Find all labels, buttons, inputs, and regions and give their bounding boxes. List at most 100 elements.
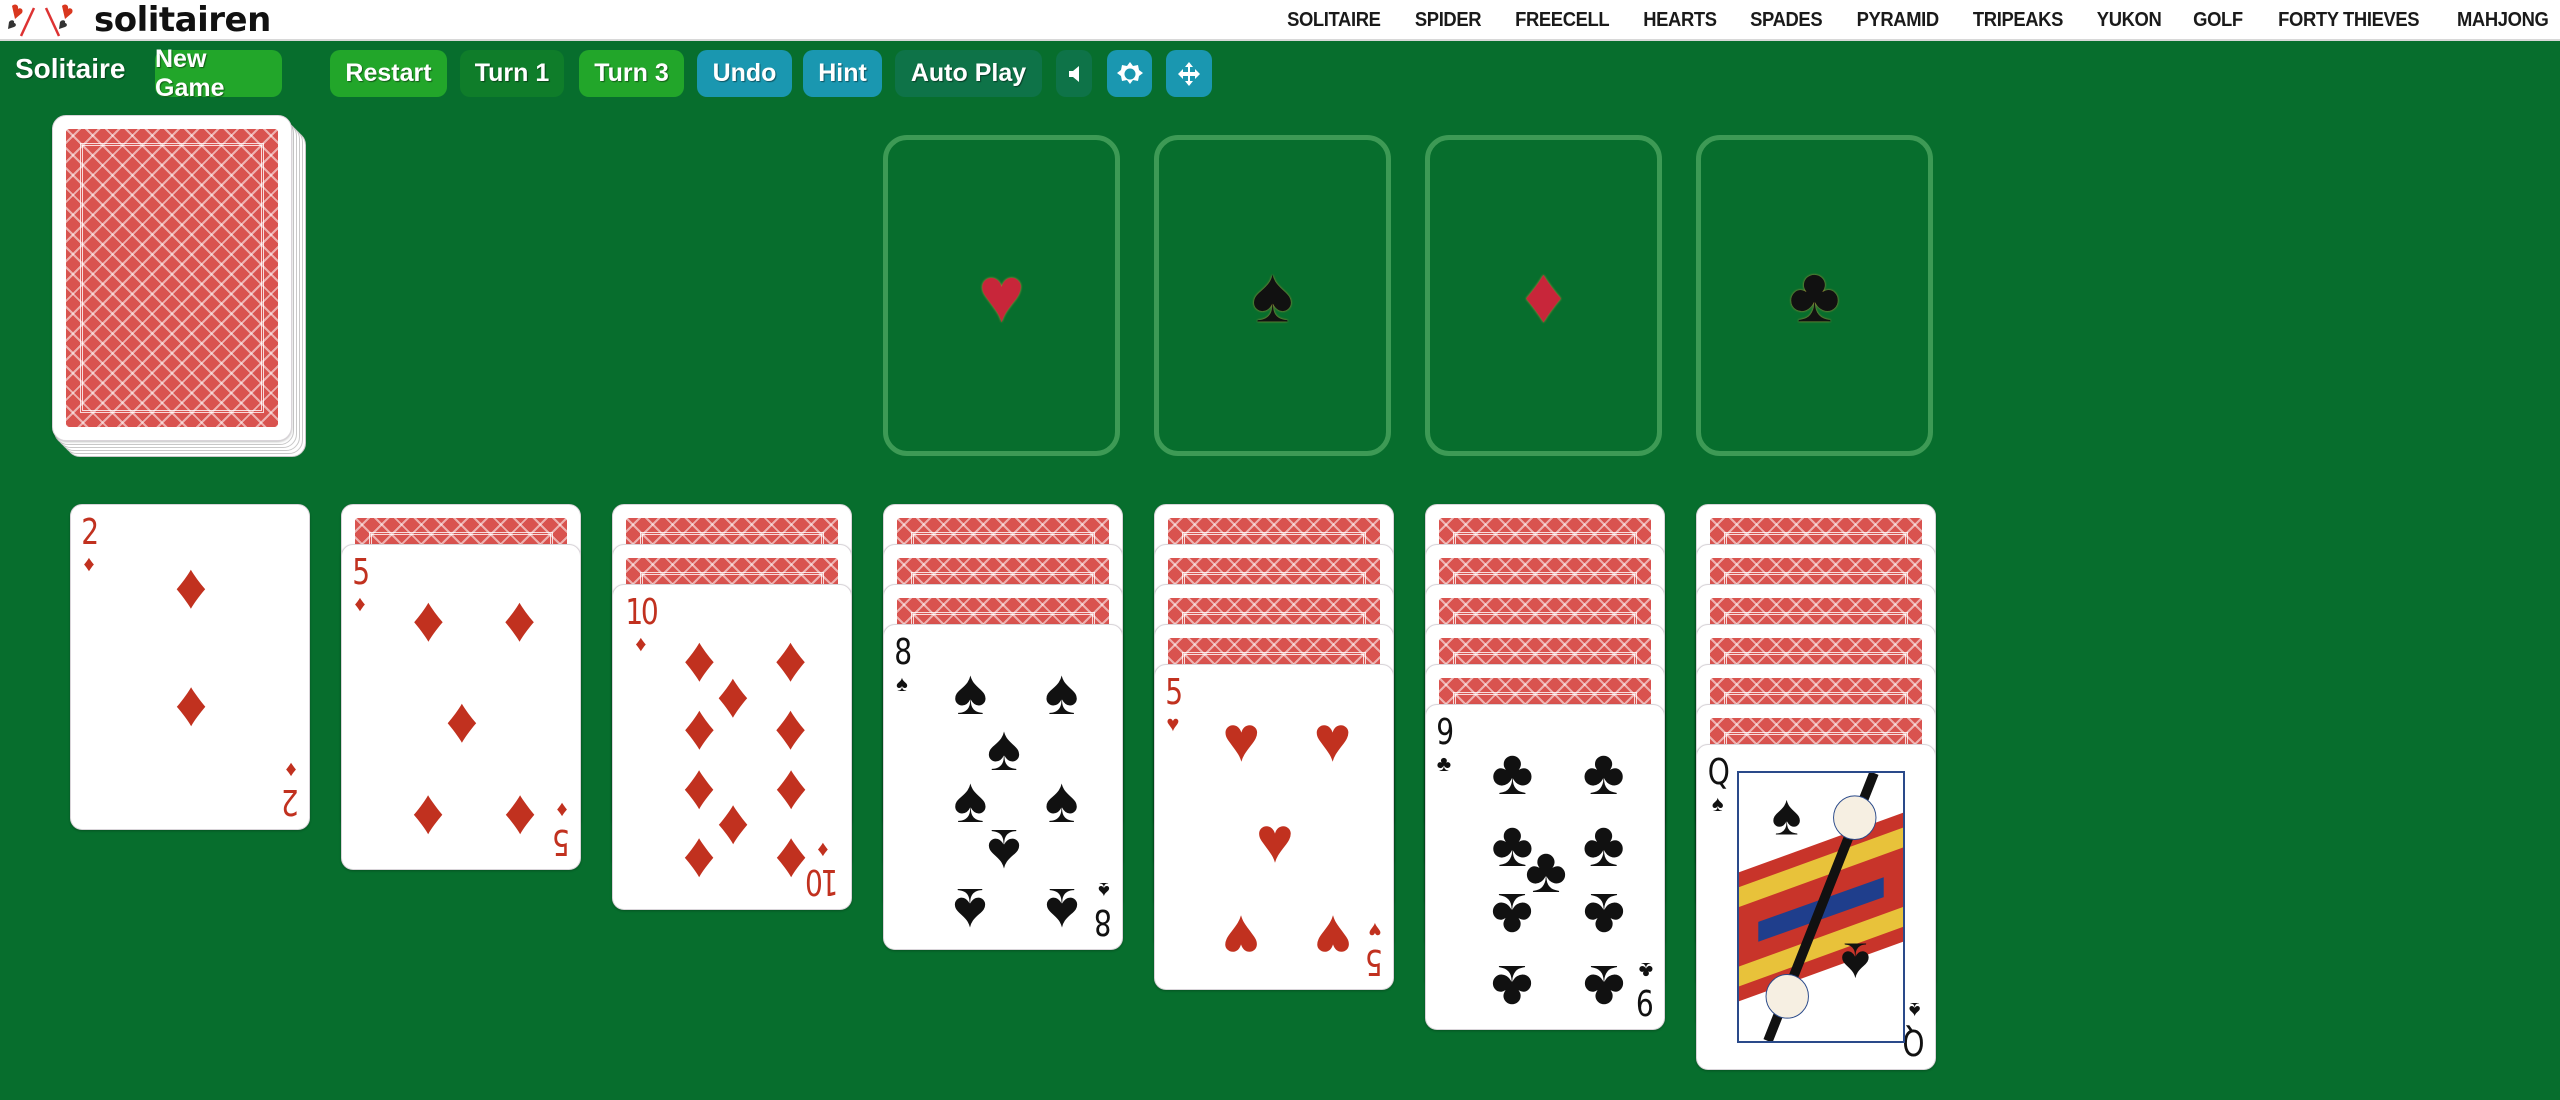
hearts-icon: ♥ [978,249,1025,338]
card-pip-icon: ♦ [683,622,716,695]
turn-1-button[interactable]: Turn 1 [460,50,564,97]
nav-spades[interactable]: SPADES [1750,9,1822,32]
svg-text:♠: ♠ [1772,784,1802,848]
card-index-br: 5 ♥ [1365,918,1385,982]
foundation-clubs[interactable]: ♣ [1696,135,1933,456]
card-pip-icon: ♦ [412,582,445,655]
card-pip-icon: ♣ [1491,951,1534,1024]
card-suit-icon: ♥ [1368,918,1382,943]
card-suit-icon: ♥ [1166,711,1180,736]
card-pip-icon: ♣ [1582,736,1625,809]
card-pip-icon: ♥ [1222,901,1261,974]
card-index-br: 10 ♦ [803,838,843,902]
game-nav: SOLITAIRE SPIDER FREECELL HEARTS SPADES … [1283,0,2560,41]
undo-button[interactable]: Undo [697,50,792,97]
card-pip-icon: ♣ [1582,808,1625,881]
nav-yukon[interactable]: YUKON [2097,9,2162,32]
card-pip-icon: ♦ [412,781,445,854]
card-pip-icon: ♠ [953,656,988,729]
card-index-tl: 10 ♦ [621,595,661,655]
face-up-card[interactable]: 8 ♠ 8 ♠ ♠ ♠ ♠ ♠ ♠ ♠ ♠ ♠ [883,624,1123,950]
auto-play-button[interactable]: Auto Play [895,50,1042,97]
card-pip-icon: ♠ [987,816,1021,889]
nav-tripeaks[interactable]: TRIPEAKS [1973,9,2063,32]
card-suit-icon: ♦ [635,631,647,656]
face-up-card[interactable]: 2 ♦ 2 ♦ ♦ ♦ [70,504,310,830]
card-pip-icon: ♠ [987,711,1021,784]
nav-golf[interactable]: GOLF [2193,9,2243,32]
card-suit-icon: ♦ [83,551,95,576]
nav-spider[interactable]: SPIDER [1415,9,1482,32]
card-rank: 5 [1165,672,1183,713]
card-pip-icon: ♥ [1313,901,1352,974]
card-pip-icon: ♣ [1491,736,1534,809]
turn-3-button[interactable]: Turn 3 [579,50,684,97]
stock-top-card[interactable] [52,115,292,441]
card-rank: 9 [1436,712,1454,753]
card-pip-icon: ♣ [1582,879,1625,952]
card-pip-icon: ♦ [774,825,807,898]
card-index-tl: 2 ♦ [79,515,99,575]
card-pip-icon: ♦ [716,658,750,731]
sound-button[interactable] [1056,50,1092,97]
clubs-icon: ♣ [1788,249,1841,338]
card-index-br: 2 ♦ [281,758,301,822]
svg-text:♠: ♠ [1840,931,1870,995]
card-pip-icon: ♠ [1044,764,1079,836]
foundation-spades[interactable]: ♠ [1154,135,1391,456]
foundation-diamonds[interactable]: ♦ [1425,135,1662,456]
fullscreen-button[interactable] [1166,50,1212,97]
queen-face-artwork: ♠ ♠ [1737,771,1905,1043]
game-toolbar: Solitaire New Game Restart Turn 1 Turn 3… [0,43,2560,103]
card-pip-icon: ♠ [953,764,988,836]
card-pip-icon: ♥ [1256,804,1294,876]
card-rank: 2 [283,781,299,822]
restart-button[interactable]: Restart [330,50,447,97]
card-suit-icon: ♦ [285,758,297,783]
face-up-card[interactable]: 5 ♦ 5 ♦ ♦ ♦ ♦ ♦ ♦ [341,544,581,870]
top-header: solitairen SOLITAIRE SPIDER FREECELL HEA… [0,0,2560,41]
nav-pyramid[interactable]: PYRAMID [1856,9,1939,32]
face-up-card[interactable]: 10 ♦ 10 ♦ ♦ ♦ ♦ ♦ ♦ ♦ ♦ ♦ ♦ ♦ [612,584,852,910]
nav-mahjong[interactable]: MAHJONG [2457,9,2549,32]
face-up-card[interactable]: Q ♠ Q ♠ ♠ ♠ [1696,744,1936,1070]
settings-gear-icon [1116,61,1143,84]
diamonds-icon: ♦ [1523,249,1564,338]
card-suit-icon: ♠ [1908,998,1921,1023]
card-index-tl: Q ♠ [1705,755,1730,815]
card-pip-icon: ♣ [1491,879,1534,952]
foundation-hearts[interactable]: ♥ [883,135,1120,456]
settings-button[interactable] [1107,50,1152,97]
game-title: Solitaire [15,53,126,84]
card-pip-icon: ♦ [683,756,716,829]
card-pip-icon: ♦ [174,550,208,623]
card-suit-icon: ♦ [817,838,829,863]
stock-pile[interactable] [52,115,310,461]
brand-name[interactable]: solitairen [94,0,271,40]
card-pip-icon: ♦ [774,756,807,829]
hint-button[interactable]: Hint [803,50,882,97]
card-pip-icon: ♦ [774,622,807,695]
card-rank: Q [1707,752,1730,793]
new-game-button[interactable]: New Game [155,45,282,102]
card-pip-icon: ♠ [1044,874,1079,947]
card-rank: 10 [807,861,839,902]
nav-forty-thieves[interactable]: FORTY THIEVES [2278,9,2419,32]
card-index-tl: 5 ♦ [350,555,370,615]
card-pip-icon: ♦ [445,684,479,756]
nav-hearts[interactable]: HEARTS [1644,9,1718,32]
card-pip-icon: ♦ [683,825,716,898]
card-rank: 8 [894,632,912,673]
card-index-br: Q ♠ [1902,998,1927,1062]
card-pip-icon: ♥ [1222,702,1261,775]
card-index-br: 9 ♣ [1636,958,1656,1022]
sound-icon [1069,65,1079,82]
face-up-card[interactable]: 9 ♣ 9 ♣ ♣ ♣ ♣ ♣ ♣ ♣ ♣ ♣ ♣ [1425,704,1665,1030]
logo-icon[interactable] [4,2,76,38]
card-suit-icon: ♠ [896,671,908,696]
nav-solitaire[interactable]: SOLITAIRE [1287,9,1381,32]
card-rank: 10 [625,592,658,633]
face-up-card[interactable]: 5 ♥ 5 ♥ ♥ ♥ ♥ ♥ ♥ [1154,664,1394,990]
nav-freecell[interactable]: FREECELL [1515,9,1610,32]
card-rank: 5 [1367,941,1383,982]
